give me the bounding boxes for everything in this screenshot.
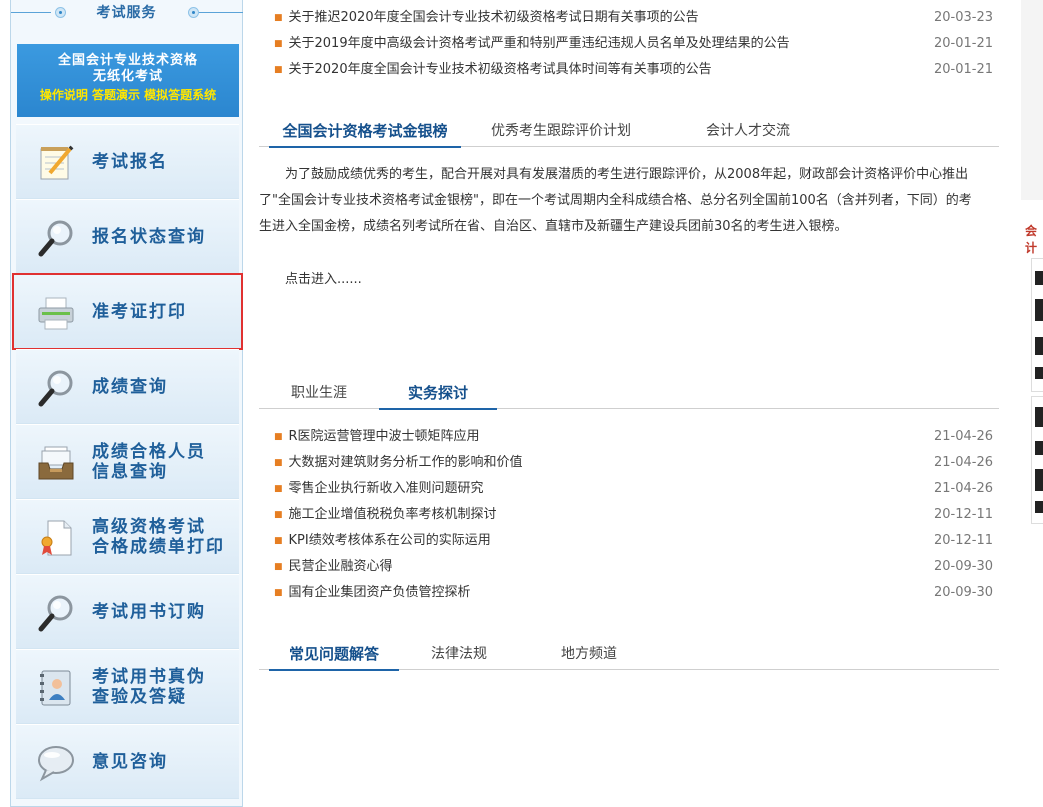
sidebar-header: 考试服务 xyxy=(11,0,243,30)
article-item[interactable]: ■ 民营企业融资心得 xyxy=(274,556,393,578)
faq-tabbar: 常见问题解答 法律法规 地方频道 xyxy=(259,641,999,671)
tab-faq[interactable]: 常见问题解答 xyxy=(269,641,399,671)
menu-item-senior-score-print[interactable]: 高级资格考试 合格成绩单打印 xyxy=(16,499,239,574)
magnifier-icon xyxy=(38,370,73,407)
menu-item-book-authenticity[interactable]: 考试用书真伪 查验及答疑 xyxy=(16,649,239,724)
article-item[interactable]: ■ 大数据对建筑财务分析工作的影响和价值 xyxy=(274,452,523,474)
menu-item-score-query[interactable]: 成绩查询 xyxy=(16,349,239,424)
announcement-item[interactable]: ■ 关于2019年度中高级会计资格考试严重和特别严重违纪违规人员名单及处理结果的… xyxy=(274,33,790,55)
article-title[interactable]: 大数据对建筑财务分析工作的影响和价值 xyxy=(289,452,523,474)
menu-item-label: 考试用书真伪 查验及答疑 xyxy=(92,650,206,724)
bullet-icon: ■ xyxy=(274,65,283,75)
article-item[interactable]: ■ 施工企业增值税税负率考核机制探讨 xyxy=(274,504,497,526)
bullet-icon: ■ xyxy=(274,536,283,546)
notepad-pencil-icon xyxy=(40,145,74,180)
menu-item-admission-ticket-print[interactable]: 准考证打印 xyxy=(12,273,243,350)
right-qr-box-1 xyxy=(1031,258,1043,392)
honor-roll-tabbar: 全国会计资格考试金银榜 优秀考生跟踪评价计划 会计人才交流 xyxy=(259,118,999,148)
bullet-icon: ■ xyxy=(274,484,283,494)
menu-item-label-line-1: 考试用书真伪 xyxy=(92,667,206,687)
enter-link[interactable]: 点击进入...... xyxy=(285,268,362,292)
menu-item-registration-status[interactable]: 报名状态查询 xyxy=(16,199,239,274)
article-item[interactable]: ■ 零售企业执行新收入准则问题研究 xyxy=(274,478,484,500)
article-date: 21-04-26 xyxy=(933,481,993,496)
menu-item-label: 考试报名 xyxy=(92,152,168,172)
id-card-icon xyxy=(40,670,71,706)
article-date: 21-04-26 xyxy=(933,429,993,444)
right-qr-box-2 xyxy=(1031,396,1043,524)
tab-local-channels[interactable]: 地方频道 xyxy=(539,641,639,669)
exam-services-sidebar: 考试服务 全国会计专业技术资格 无纸化考试 操作说明 答题演示 模拟答题系统 考… xyxy=(10,0,243,807)
honor-roll-intro: 为了鼓励成绩优秀的考生，配合开展对具有发展潜质的考生进行跟踪评价，从2008年起… xyxy=(259,167,972,234)
paperless-exam-banner[interactable]: 全国会计专业技术资格 无纸化考试 操作说明 答题演示 模拟答题系统 xyxy=(17,44,239,117)
article-date: 21-04-26 xyxy=(933,455,993,470)
menu-item-label-line-1: 成绩合格人员 xyxy=(92,442,206,462)
menu-item-label: 成绩查询 xyxy=(92,377,168,397)
right-column-label: 会计 xyxy=(1025,224,1038,255)
menu-item-label-line-1: 高级资格考试 xyxy=(92,517,206,537)
right-column-strip xyxy=(1021,0,1043,200)
article-date: 20-12-11 xyxy=(933,533,993,548)
tab-honor-roll[interactable]: 全国会计资格考试金银榜 xyxy=(269,118,461,148)
magnifier-icon xyxy=(38,595,73,632)
tab-talent-exchange[interactable]: 会计人才交流 xyxy=(689,118,807,146)
article-item[interactable]: ■ 国有企业集团资产负债管控探析 xyxy=(274,582,471,604)
magnifier-icon xyxy=(38,220,73,257)
menu-item-exam-book-order[interactable]: 考试用书订购 xyxy=(16,574,239,649)
announcement-title[interactable]: 关于推迟2020年度全国会计专业技术初级资格考试日期有关事项的公告 xyxy=(289,7,699,29)
announcement-title[interactable]: 关于2019年度中高级会计资格考试严重和特别严重违纪违规人员名单及处理结果的公告 xyxy=(289,33,790,55)
article-title[interactable]: 零售企业执行新收入准则问题研究 xyxy=(289,478,484,500)
announcement-item[interactable]: ■ 关于推迟2020年度全国会计专业技术初级资格考试日期有关事项的公告 xyxy=(274,7,699,29)
announcement-date: 20-01-21 xyxy=(933,62,993,77)
menu-item-feedback-consult[interactable]: 意见咨询 xyxy=(16,724,239,799)
article-item[interactable]: ■ R医院运营管理中波士顿矩阵应用 xyxy=(274,426,480,448)
menu-item-exam-registration[interactable]: 考试报名 xyxy=(16,124,239,199)
tab-practice[interactable]: 实务探讨 xyxy=(379,380,497,410)
article-title[interactable]: 施工企业增值税税负率考核机制探讨 xyxy=(289,504,497,526)
announcement-item[interactable]: ■ 关于2020年度全国会计专业技术初级资格考试具体时间等有关事项的公告 xyxy=(274,59,712,81)
banner-links[interactable]: 操作说明 答题演示 模拟答题系统 xyxy=(17,87,239,103)
bullet-icon: ■ xyxy=(274,510,283,520)
bullet-icon: ■ xyxy=(274,562,283,572)
article-item[interactable]: ■ KPI绩效考核体系在公司的实际运用 xyxy=(274,530,491,552)
bullet-icon: ■ xyxy=(274,13,283,23)
bullet-icon: ■ xyxy=(274,588,283,598)
tab-tracking-plan[interactable]: 优秀考生跟踪评价计划 xyxy=(489,118,633,146)
articles-tabbar: 职业生涯 实务探讨 xyxy=(259,380,999,410)
menu-item-label: 成绩合格人员 信息查询 xyxy=(92,425,206,499)
menu-item-label: 报名状态查询 xyxy=(92,227,206,247)
menu-item-label: 准考证打印 xyxy=(92,302,187,322)
inbox-tray-icon xyxy=(38,446,74,480)
menu-item-label-line-2: 信息查询 xyxy=(92,462,168,482)
article-title[interactable]: KPI绩效考核体系在公司的实际运用 xyxy=(289,530,491,552)
announcement-date: 20-03-23 xyxy=(933,10,993,25)
banner-line-2: 无纸化考试 xyxy=(92,69,163,84)
service-menu: 考试报名 报名状态查询 准考证打印 成绩查询 成绩合格人员 信息查询 高级资格考… xyxy=(12,124,243,799)
article-date: 20-09-30 xyxy=(933,559,993,574)
certificate-ribbon-icon xyxy=(41,520,72,556)
article-title[interactable]: 国有企业集团资产负债管控探析 xyxy=(289,582,471,604)
article-date: 20-12-11 xyxy=(933,507,993,522)
menu-item-label-line-2: 查验及答疑 xyxy=(92,687,187,707)
menu-item-label-line-2: 合格成绩单打印 xyxy=(92,537,225,557)
sidebar-title: 考试服务 xyxy=(96,5,157,21)
announcement-date: 20-01-21 xyxy=(933,36,993,51)
menu-item-label: 高级资格考试 合格成绩单打印 xyxy=(92,500,225,574)
bullet-icon: ■ xyxy=(274,458,283,468)
tab-laws[interactable]: 法律法规 xyxy=(419,641,499,669)
banner-line-1: 全国会计专业技术资格 xyxy=(57,53,198,68)
bullet-icon: ■ xyxy=(274,432,283,442)
speech-bubble-icon xyxy=(38,746,74,782)
article-date: 20-09-30 xyxy=(933,585,993,600)
menu-item-label: 意见咨询 xyxy=(92,752,168,772)
bullet-icon: ■ xyxy=(274,39,283,49)
menu-item-qualified-info-query[interactable]: 成绩合格人员 信息查询 xyxy=(16,424,239,499)
article-title[interactable]: 民营企业融资心得 xyxy=(289,556,393,578)
printer-icon xyxy=(38,297,74,330)
menu-item-label: 考试用书订购 xyxy=(92,602,206,622)
article-title[interactable]: R医院运营管理中波士顿矩阵应用 xyxy=(289,426,480,448)
tab-career[interactable]: 职业生涯 xyxy=(269,380,369,408)
announcement-title[interactable]: 关于2020年度全国会计专业技术初级资格考试具体时间等有关事项的公告 xyxy=(289,59,712,81)
